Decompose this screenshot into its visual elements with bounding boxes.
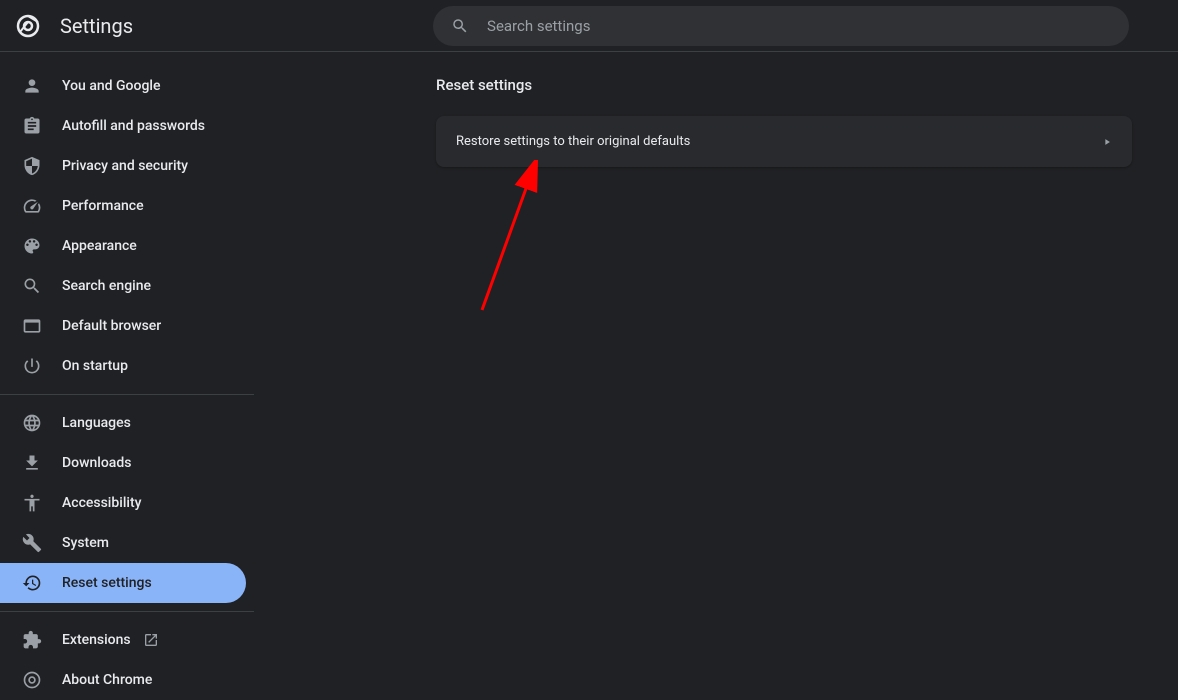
chrome-logo-icon (16, 14, 40, 38)
sidebar-item-label: Languages (62, 415, 131, 431)
restore-label: Restore settings to their original defau… (456, 134, 690, 149)
sidebar-item-downloads[interactable]: Downloads (0, 443, 246, 483)
sidebar-item-label: Accessibility (62, 495, 141, 511)
sidebar-item-languages[interactable]: Languages (0, 403, 246, 443)
main-content: Reset settings Restore settings to their… (254, 52, 1178, 700)
sidebar-item-label: Privacy and security (62, 158, 188, 174)
sidebar-item-label: Downloads (62, 455, 131, 471)
sidebar-item-label: System (62, 535, 109, 551)
sidebar: You and Google Autofill and passwords Pr… (0, 52, 254, 700)
sidebar-item-accessibility[interactable]: Accessibility (0, 483, 246, 523)
section-title: Reset settings (436, 76, 1178, 94)
sidebar-item-label: Default browser (62, 318, 161, 334)
sidebar-item-search-engine[interactable]: Search engine (0, 266, 246, 306)
divider (0, 394, 254, 395)
shield-icon (22, 156, 42, 176)
clipboard-icon (22, 116, 42, 136)
sidebar-item-label: Search engine (62, 278, 151, 294)
person-icon (22, 76, 42, 96)
search-icon (451, 17, 469, 35)
wrench-icon (22, 533, 42, 553)
sidebar-item-label: Reset settings (62, 575, 152, 591)
divider (0, 611, 254, 612)
search-input[interactable] (487, 17, 1111, 35)
sidebar-item-reset[interactable]: Reset settings (0, 563, 246, 603)
speedometer-icon (22, 196, 42, 216)
sidebar-item-default-browser[interactable]: Default browser (0, 306, 246, 346)
sidebar-item-privacy[interactable]: Privacy and security (0, 146, 246, 186)
sidebar-item-label: You and Google (62, 78, 160, 94)
sidebar-item-autofill[interactable]: Autofill and passwords (0, 106, 246, 146)
restore-defaults-row[interactable]: Restore settings to their original defau… (436, 116, 1132, 167)
chrome-icon (22, 670, 42, 690)
sidebar-item-label: Performance (62, 198, 144, 214)
sidebar-item-label: Appearance (62, 238, 137, 254)
header: Settings (0, 0, 1178, 52)
puzzle-icon (22, 630, 42, 650)
accessibility-icon (22, 493, 42, 513)
external-link-icon (143, 632, 159, 648)
power-icon (22, 356, 42, 376)
sidebar-item-label: About Chrome (62, 672, 152, 688)
reset-icon (22, 573, 42, 593)
sidebar-item-performance[interactable]: Performance (0, 186, 246, 226)
download-icon (22, 453, 42, 473)
palette-icon (22, 236, 42, 256)
sidebar-item-label: On startup (62, 358, 128, 374)
sidebar-item-label: Extensions (62, 632, 131, 648)
globe-icon (22, 413, 42, 433)
sidebar-item-label: Autofill and passwords (62, 118, 205, 134)
sidebar-item-you-and-google[interactable]: You and Google (0, 66, 246, 106)
sidebar-item-about[interactable]: About Chrome (0, 660, 246, 700)
sidebar-item-system[interactable]: System (0, 523, 246, 563)
sidebar-item-appearance[interactable]: Appearance (0, 226, 246, 266)
browser-icon (22, 316, 42, 336)
search-box[interactable] (433, 6, 1129, 46)
sidebar-item-on-startup[interactable]: On startup (0, 346, 246, 386)
chevron-right-icon (1102, 137, 1112, 147)
page-title: Settings (60, 14, 133, 38)
sidebar-item-extensions[interactable]: Extensions (0, 620, 246, 660)
search-icon (22, 276, 42, 296)
reset-card: Restore settings to their original defau… (436, 116, 1132, 167)
